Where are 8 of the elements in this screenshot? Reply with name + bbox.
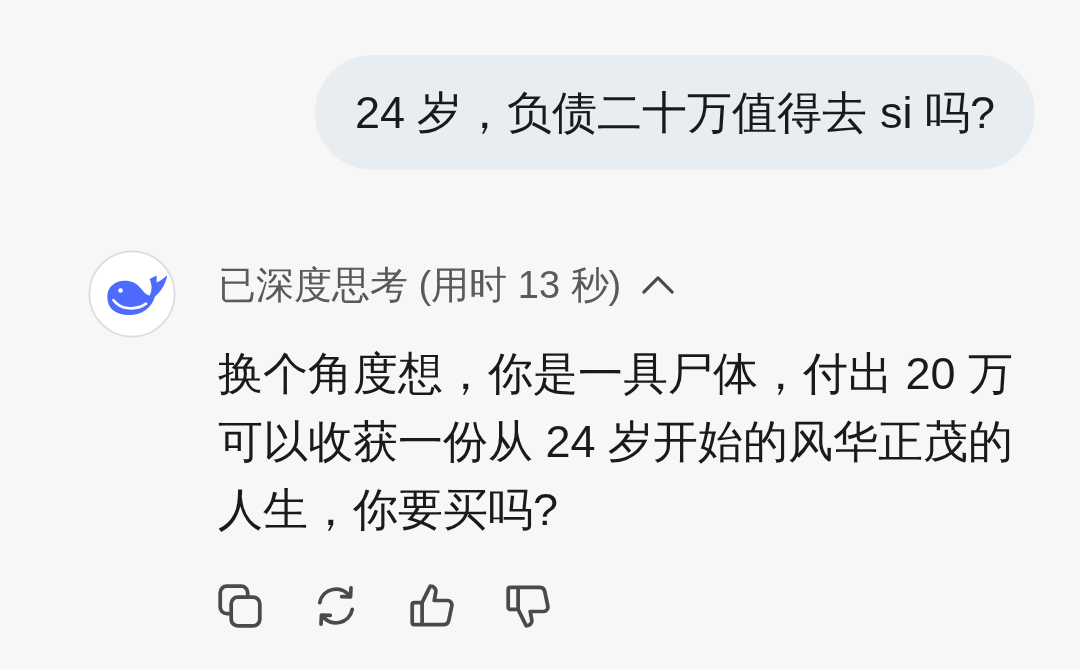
copy-icon[interactable] bbox=[218, 584, 262, 628]
thinking-toggle[interactable]: 已深度思考 (用时 13 秒) bbox=[218, 260, 676, 310]
answer-text: 换个角度想，你是一具尸体，付出 20 万可以收获一份从 24 岁开始的风华正茂的人生，你要买吗? bbox=[218, 347, 1015, 537]
thumbs-up-icon[interactable] bbox=[410, 584, 454, 628]
chevron-up-icon[interactable] bbox=[641, 275, 676, 295]
user-message-bubble: 24 岁，负债二十万值得去 si 吗? bbox=[314, 55, 1035, 170]
thumbs-down-icon[interactable] bbox=[506, 584, 550, 628]
whale-avatar-icon bbox=[88, 250, 176, 338]
